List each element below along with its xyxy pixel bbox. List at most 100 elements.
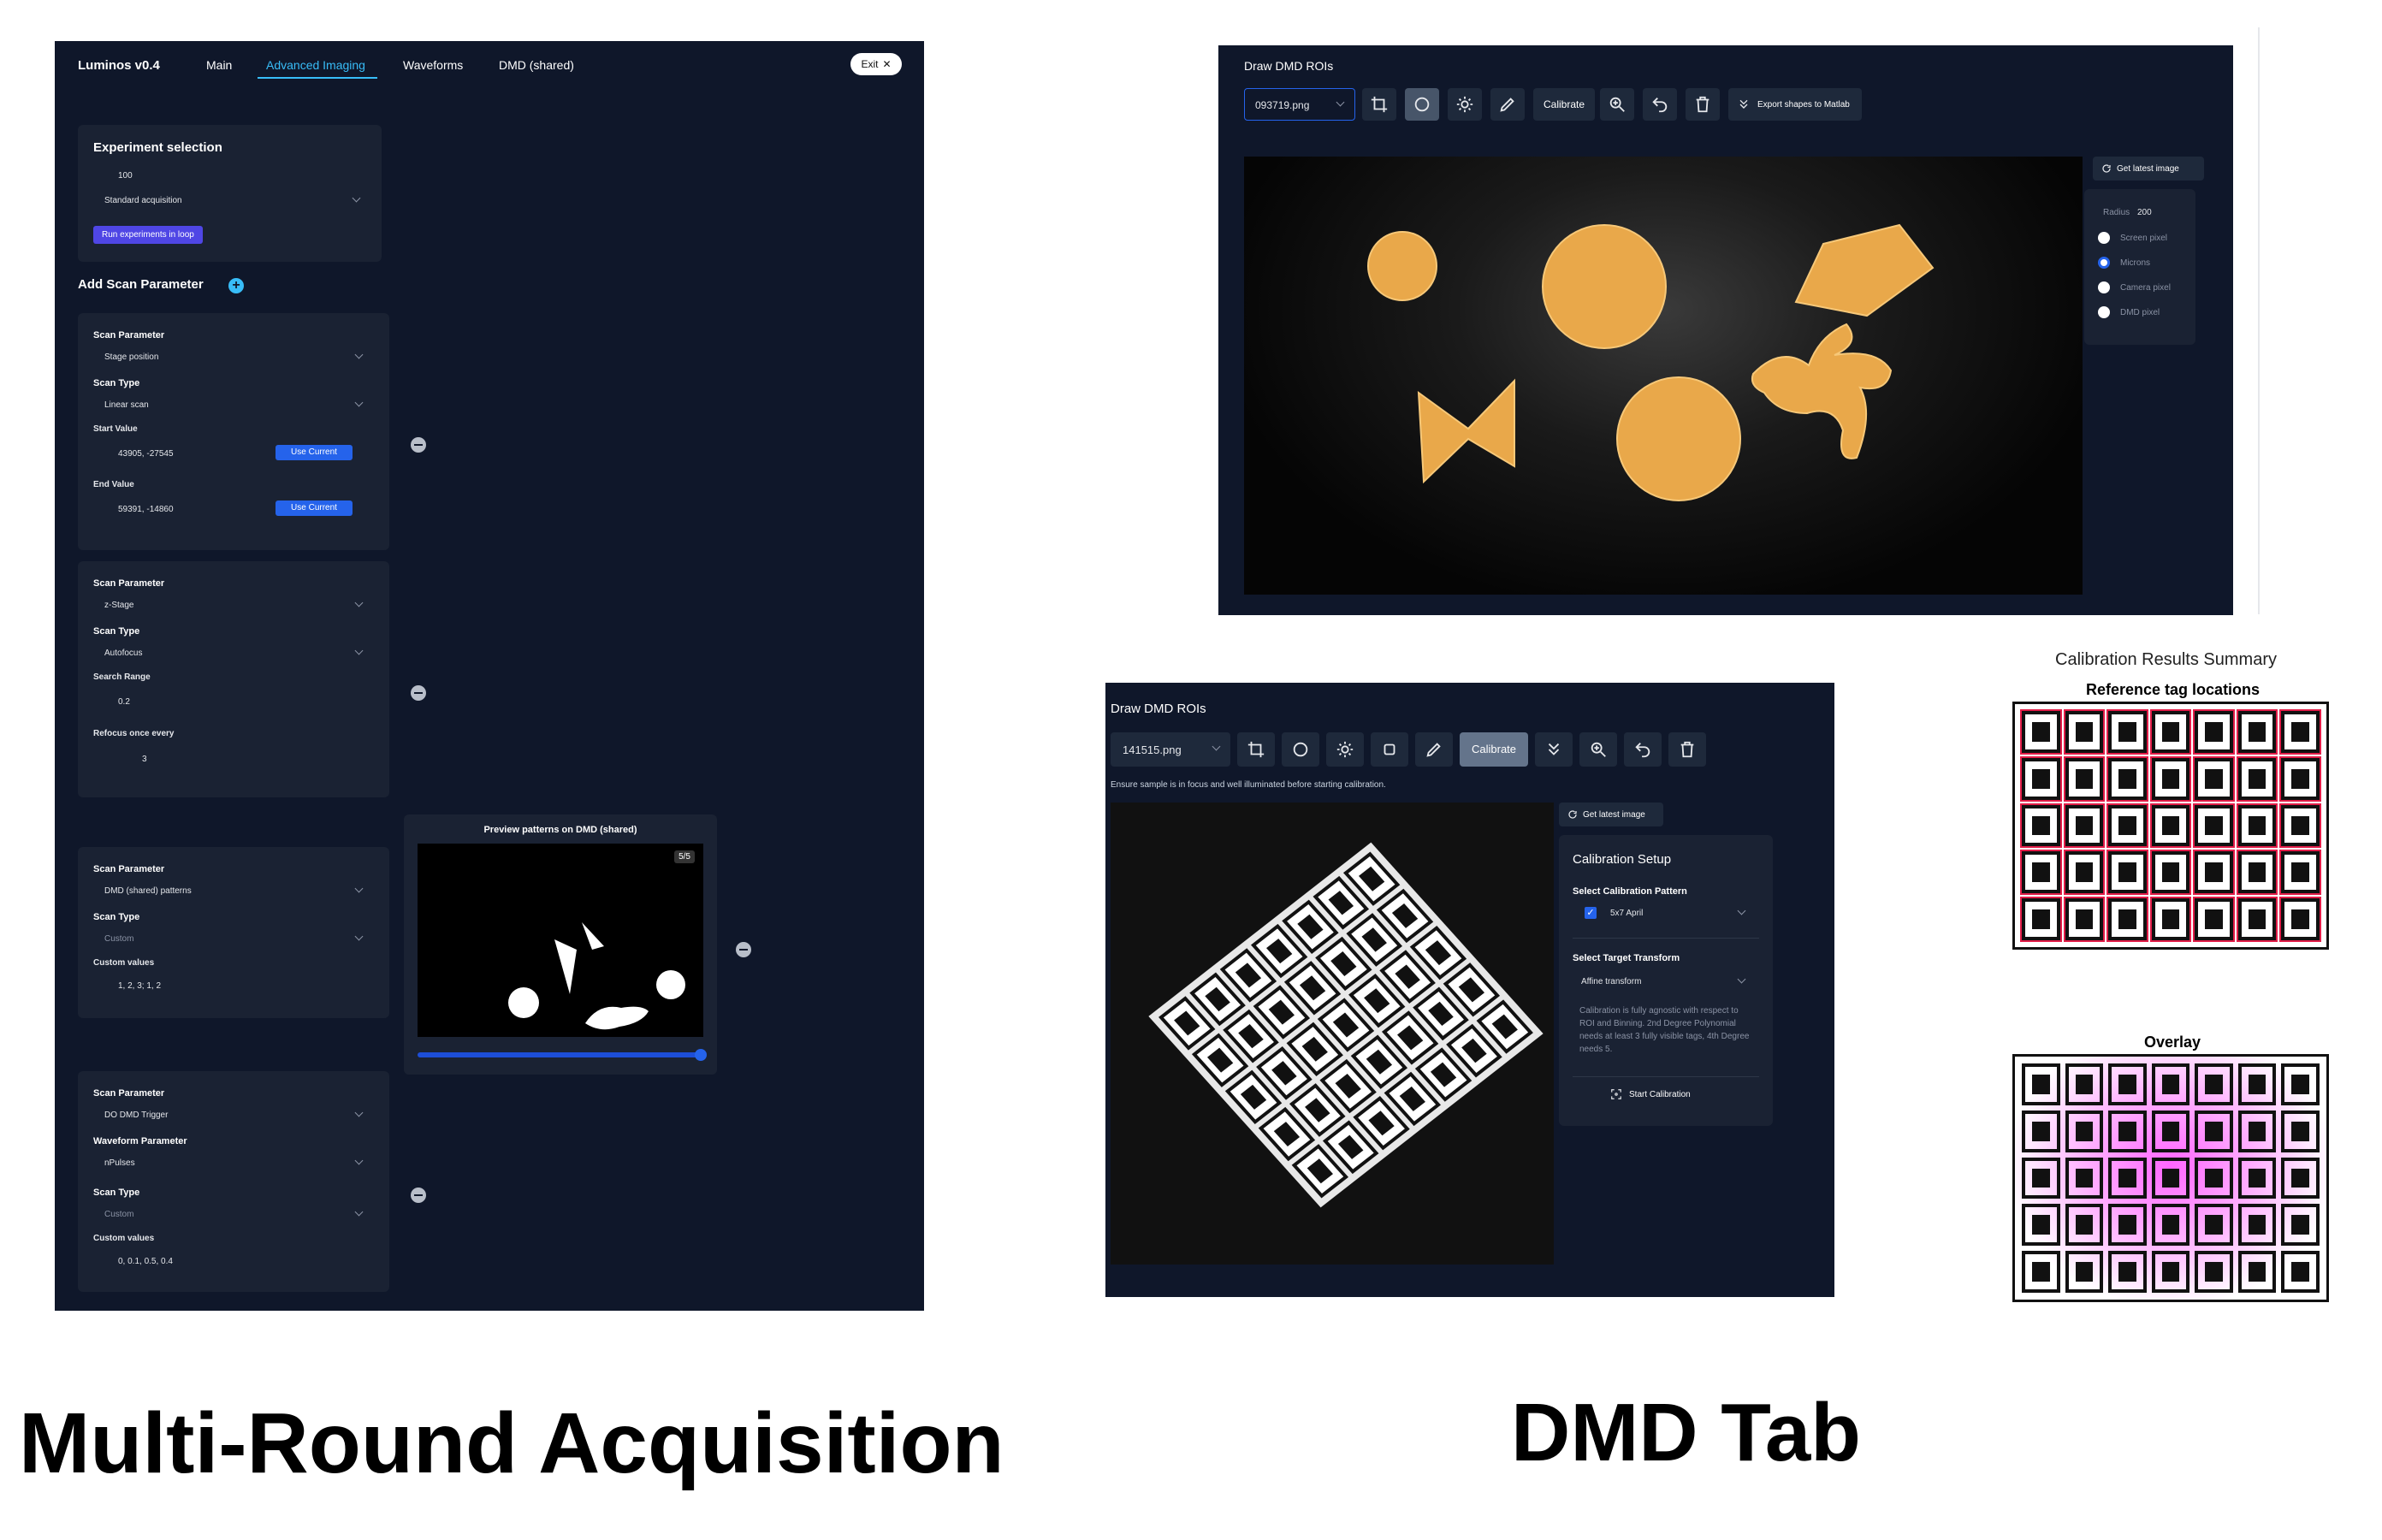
- tab-waveforms[interactable]: Waveforms: [403, 58, 463, 72]
- custom-values-input[interactable]: 1, 2, 3; 1, 2: [118, 981, 161, 991]
- square-tool-button[interactable]: [1371, 732, 1408, 767]
- scan-type-select[interactable]: Custom: [104, 1210, 133, 1219]
- calibrate-button[interactable]: Calibrate: [1533, 88, 1595, 121]
- file-select-value: 141515.png: [1123, 743, 1182, 756]
- pattern-value[interactable]: 5x7 April: [1610, 909, 1643, 918]
- pattern-slider-track[interactable]: [418, 1052, 703, 1057]
- plus-circle-icon[interactable]: +: [228, 278, 244, 293]
- radio-microns[interactable]: [2098, 257, 2110, 269]
- chevron-down-icon: [354, 398, 364, 407]
- use-current-start-button[interactable]: Use Current: [276, 445, 353, 460]
- experiment-count-input[interactable]: 100: [118, 171, 133, 181]
- divider-line: [2258, 27, 2260, 614]
- roi-image-canvas[interactable]: [1244, 157, 2083, 595]
- expand-button[interactable]: [1535, 732, 1573, 767]
- minus-circle-icon[interactable]: [411, 437, 426, 453]
- zoom-tool-button[interactable]: [1600, 88, 1634, 121]
- pencil-tool-button[interactable]: [1490, 88, 1525, 121]
- scan-type-label: Scan Type: [93, 912, 140, 922]
- pencil-icon: [1426, 743, 1441, 757]
- end-value-input[interactable]: 59391, -14860: [118, 505, 174, 514]
- scan-param-label: Scan Parameter: [93, 864, 165, 874]
- exit-label: Exit: [861, 58, 879, 70]
- scan-type-select[interactable]: Linear scan: [104, 400, 149, 410]
- undo-button[interactable]: [1624, 732, 1662, 767]
- delete-button[interactable]: [1668, 732, 1706, 767]
- close-icon: ✕: [882, 58, 892, 70]
- radio-camera-pixel[interactable]: [2098, 281, 2110, 293]
- transform-select[interactable]: Affine transform: [1581, 977, 1641, 986]
- export-matlab-button[interactable]: Export shapes to Matlab: [1728, 88, 1862, 121]
- trash-icon: [1696, 96, 1709, 113]
- experiment-mode-select[interactable]: Standard acquisition: [104, 196, 182, 205]
- crop-tool-button[interactable]: [1362, 88, 1396, 121]
- circle-tool-button[interactable]: [1405, 88, 1439, 121]
- overlay-label: Overlay: [2144, 1034, 2201, 1051]
- transform-label: Select Target Transform: [1573, 953, 1680, 963]
- tab-main[interactable]: Main: [206, 58, 232, 72]
- brightness-tool-button[interactable]: [1326, 732, 1364, 767]
- get-latest-image-button[interactable]: Get latest image: [2093, 157, 2204, 181]
- circle-tool-button[interactable]: [1282, 732, 1319, 767]
- tab-advanced-imaging[interactable]: Advanced Imaging: [266, 58, 365, 72]
- app-title: Luminos v0.4: [78, 58, 160, 73]
- brightness-tool-button[interactable]: [1448, 88, 1482, 121]
- file-select[interactable]: 141515.png: [1111, 732, 1230, 767]
- chevron-down-icon: [354, 1156, 364, 1165]
- custom-values-input[interactable]: 0, 0.1, 0.5, 0.4: [118, 1257, 173, 1266]
- crop-tool-button[interactable]: [1237, 732, 1275, 767]
- scan-param-label: Scan Parameter: [93, 1088, 165, 1099]
- chevron-down-icon: [354, 1207, 364, 1217]
- tab-dmd-shared[interactable]: DMD (shared): [499, 58, 574, 72]
- scan-param-select[interactable]: DO DMD Trigger: [104, 1111, 168, 1120]
- search-range-input[interactable]: 0.2: [118, 697, 130, 707]
- calibration-image[interactable]: [1111, 803, 1554, 1265]
- minus-circle-icon[interactable]: [411, 1188, 426, 1203]
- undo-button[interactable]: [1643, 88, 1677, 121]
- start-calibration-button[interactable]: Start Calibration: [1610, 1088, 1691, 1100]
- get-latest-label: Get latest image: [1583, 809, 1645, 820]
- trash-icon: [1680, 741, 1694, 758]
- zoom-tool-button[interactable]: [1579, 732, 1617, 767]
- start-value-input[interactable]: 43905, -27545: [118, 449, 174, 459]
- radius-label: Radius: [2103, 208, 2130, 217]
- radio-screen-pixel[interactable]: [2098, 232, 2110, 244]
- roi-title: Draw DMD ROIs: [1244, 59, 1334, 73]
- get-latest-image-button[interactable]: Get latest image: [1559, 803, 1663, 826]
- scan-card-dmd-patterns: Scan Parameter DMD (shared) patterns Sca…: [78, 847, 389, 1018]
- refresh-icon: [1568, 810, 1577, 819]
- delete-button[interactable]: [1686, 88, 1720, 121]
- run-experiments-button[interactable]: Run experiments in loop: [93, 226, 203, 244]
- sun-icon: [1336, 741, 1354, 758]
- file-select[interactable]: 093719.png: [1244, 88, 1355, 121]
- chevron-down-icon: [354, 932, 364, 941]
- radius-input[interactable]: 200: [2137, 208, 2152, 217]
- use-current-end-button[interactable]: Use Current: [276, 500, 353, 516]
- luminos-window: Luminos v0.4 Main Advanced Imaging Wavef…: [55, 41, 924, 1311]
- scan-type-select[interactable]: Autofocus: [104, 649, 142, 658]
- waveform-param-select[interactable]: nPulses: [104, 1158, 135, 1168]
- scan-type-label: Scan Type: [93, 378, 140, 388]
- pattern-label: Select Calibration Pattern: [1573, 886, 1687, 897]
- experiment-title: Experiment selection: [93, 140, 222, 155]
- minus-circle-icon[interactable]: [411, 685, 426, 701]
- pattern-slider-thumb[interactable]: [695, 1049, 707, 1061]
- chevron-down-icon: [354, 884, 364, 893]
- unit-label: DMD pixel: [2120, 308, 2160, 317]
- pattern-checkbox[interactable]: ✓: [1585, 907, 1597, 919]
- calibrate-button[interactable]: Calibrate: [1460, 732, 1528, 767]
- scan-param-select[interactable]: z-Stage: [104, 601, 133, 610]
- scan-param-select[interactable]: DMD (shared) patterns: [104, 886, 192, 896]
- crosshair-icon: [1611, 1089, 1621, 1099]
- refocus-input[interactable]: 3: [142, 755, 147, 764]
- active-tab-underline: [258, 77, 377, 79]
- scan-card-zstage: Scan Parameter z-Stage Scan Type Autofoc…: [78, 561, 389, 797]
- chevron-down-icon: [354, 1108, 364, 1117]
- exit-button[interactable]: Exit ✕: [850, 53, 902, 75]
- minus-circle-icon[interactable]: [736, 942, 751, 957]
- scan-param-select[interactable]: Stage position: [104, 352, 158, 362]
- pencil-tool-button[interactable]: [1415, 732, 1453, 767]
- projected-tag-grid: [1148, 842, 1544, 1208]
- radio-dmd-pixel[interactable]: [2098, 306, 2110, 318]
- scan-type-select[interactable]: Custom: [104, 934, 133, 944]
